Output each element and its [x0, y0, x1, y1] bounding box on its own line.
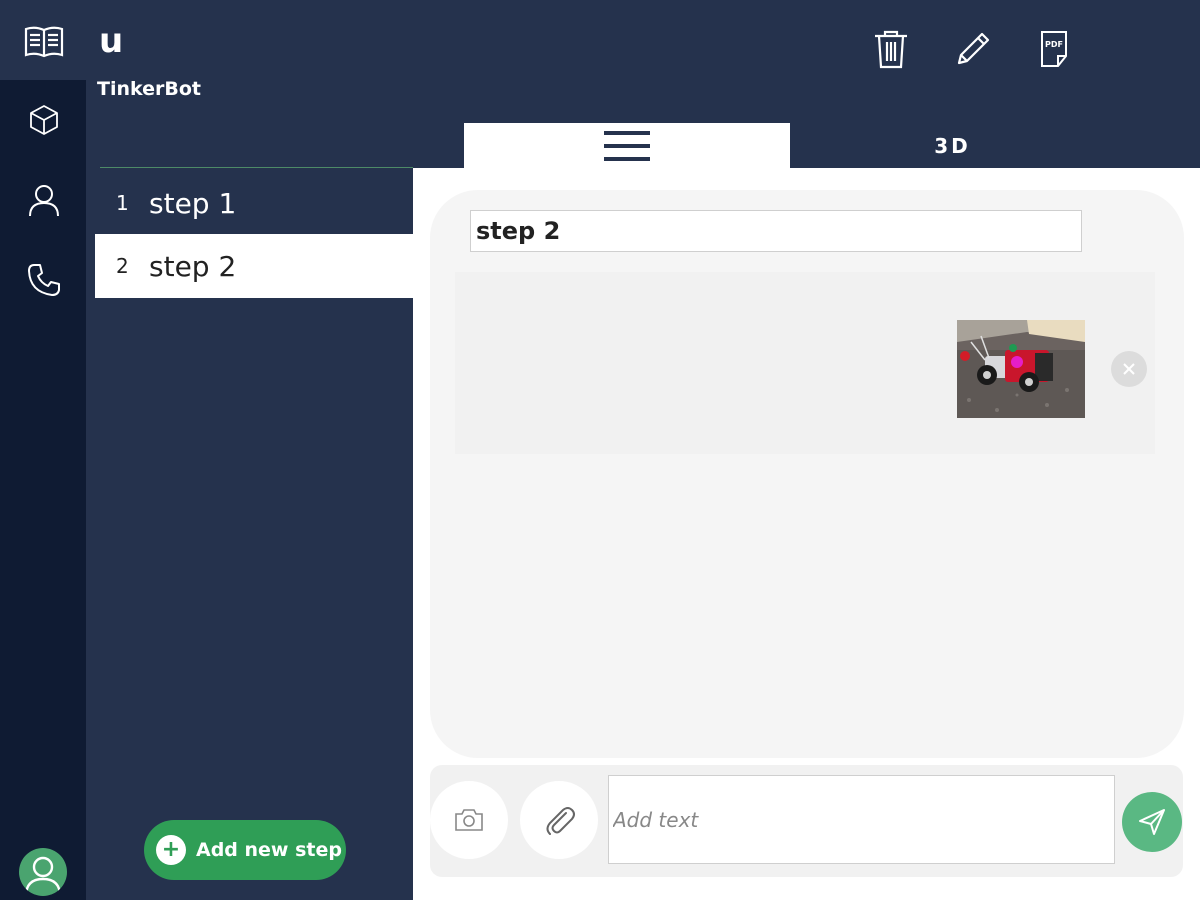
add-text-input[interactable]: [608, 775, 1115, 864]
add-new-step-button[interactable]: + Add new step: [144, 820, 346, 880]
step-label: step 2: [149, 249, 237, 283]
step-item-2[interactable]: 2 step 2: [95, 234, 413, 298]
tab-list-view[interactable]: [464, 123, 790, 168]
step-item-1[interactable]: 1 step 1: [95, 171, 413, 235]
avatar[interactable]: [19, 848, 67, 896]
step-number: 1: [116, 191, 129, 215]
step-title-input[interactable]: [470, 210, 1082, 252]
project-initial: u: [99, 21, 124, 61]
step-number: 2: [116, 254, 129, 278]
close-icon: [1123, 363, 1135, 375]
phone-icon[interactable]: [22, 258, 66, 302]
pdf-icon[interactable]: PDF: [1031, 26, 1077, 72]
remove-image-button[interactable]: [1111, 351, 1147, 387]
pencil-icon[interactable]: [950, 26, 996, 72]
book-icon[interactable]: [22, 20, 66, 64]
send-button[interactable]: [1122, 792, 1182, 852]
user-icon[interactable]: [22, 178, 66, 222]
send-icon: [1139, 809, 1165, 835]
project-name: TinkerBot: [97, 78, 201, 100]
plus-icon: +: [156, 835, 186, 865]
step-image-thumbnail[interactable]: [957, 320, 1085, 418]
paperclip-icon: [546, 807, 575, 835]
step-label: step 1: [149, 186, 237, 220]
camera-button[interactable]: [430, 781, 508, 859]
cube-icon[interactable]: [22, 98, 66, 142]
camera-icon: [455, 809, 483, 831]
tab-3d[interactable]: 3D: [790, 123, 1115, 168]
add-step-label: Add new step: [196, 839, 342, 861]
divider: [100, 167, 413, 168]
svg-text:PDF: PDF: [1045, 40, 1063, 49]
trash-icon[interactable]: [868, 26, 914, 72]
attach-button[interactable]: [520, 781, 598, 859]
hamburger-icon: [604, 130, 650, 161]
